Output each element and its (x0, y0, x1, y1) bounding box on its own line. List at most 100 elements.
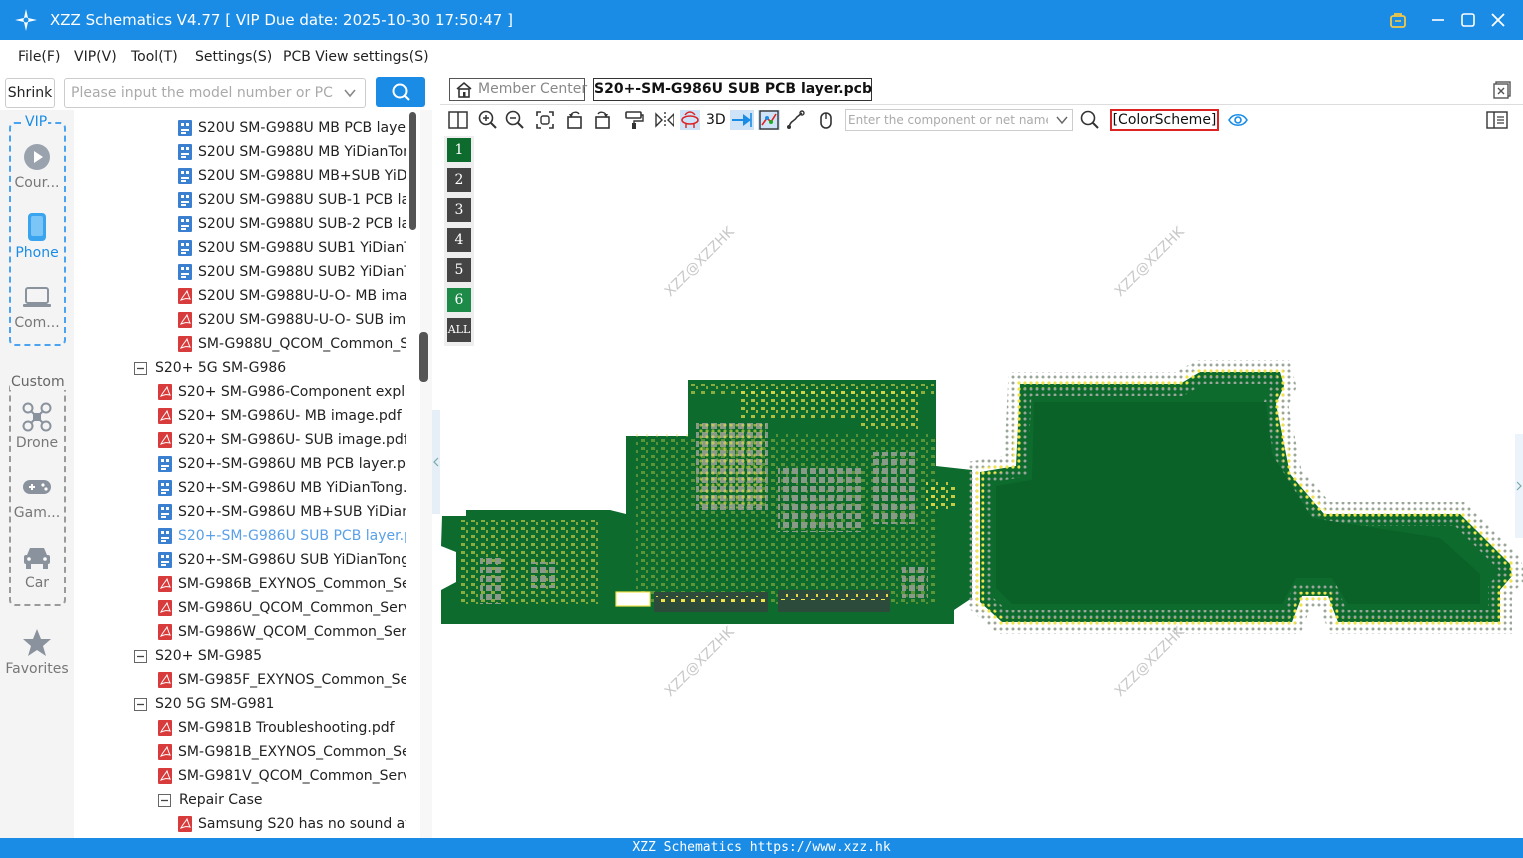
tree-file[interactable]: SM-G981B Troubleshooting.pdf (158, 716, 406, 740)
pcb-board-view[interactable] (440, 134, 1523, 838)
tree-file[interactable]: S20+ SM-G986U- MB image.pdf (158, 404, 406, 428)
tree-item-label: S20+ SM-G985 (155, 648, 262, 664)
tree-item-label: S20U SM-G988U MB YiDianTong.pcb (198, 144, 406, 160)
collapse-toggle-icon[interactable] (134, 649, 147, 663)
tree-file[interactable]: S20+-SM-G986U SUB PCB layer.pcb (158, 524, 406, 548)
arrow-mode-icon[interactable] (730, 110, 754, 130)
pcb-canvas[interactable]: XZZ@XZZHK XZZ@XZZHK XZZ@XZZHK XZZ@XZZHK (440, 134, 1523, 838)
pdf-file-icon (158, 624, 172, 640)
layer-6-button[interactable]: 6 (447, 288, 471, 312)
tree-folder[interactable]: Repair Case (158, 788, 406, 812)
eye-icon[interactable] (1228, 110, 1248, 130)
tree-item-label: S20U SM-G988U-U-O- SUB image.pdf (198, 312, 406, 328)
layer-5-button[interactable]: 5 (447, 258, 471, 282)
tree-file[interactable]: S20+ SM-G986U- SUB image.pdf (158, 428, 406, 452)
sub-board-outline (968, 360, 1523, 634)
tab-active-file[interactable]: S20+-SM-G986U SUB PCB layer.pcb (593, 78, 872, 101)
flip-board-icon[interactable] (680, 110, 700, 130)
tree-file[interactable]: SM-G981V_QCOM_Common_Service.pdf (158, 764, 406, 788)
tree-file[interactable]: S20+-SM-G986U MB+SUB YiDianTong.pcb (158, 500, 406, 524)
tree-file[interactable]: SM-G986W_QCOM_Common_Service.pdf (158, 620, 406, 644)
tree-file[interactable]: S20+ SM-G986-Component explain.pdf (158, 380, 406, 404)
tree-scrollbar[interactable] (420, 110, 432, 838)
rotate-right-icon[interactable] (592, 110, 612, 130)
collapse-toggle-icon[interactable] (158, 793, 171, 807)
maximize-icon[interactable] (1458, 10, 1478, 30)
category-computer[interactable]: Com... (0, 282, 74, 332)
category-phone[interactable]: Phone (0, 212, 74, 262)
layer-2-button[interactable]: 2 (447, 168, 471, 192)
chevron-down-icon[interactable] (343, 86, 357, 100)
menu-file[interactable]: File(F) (18, 48, 60, 66)
shrink-button[interactable]: Shrink (5, 78, 55, 108)
split-view-icon[interactable] (448, 110, 468, 130)
close-icon[interactable] (1488, 10, 1508, 30)
hand-pan-icon[interactable] (816, 110, 836, 130)
collapse-panel-handle[interactable] (432, 410, 440, 514)
tree-file[interactable]: S20+-SM-G986U MB PCB layer.pcb (158, 452, 406, 476)
category-courses[interactable]: Cour... (0, 142, 74, 192)
tree-file[interactable]: S20U SM-G988U-U-O- SUB image.pdf (178, 308, 406, 332)
tree-file[interactable]: SM-G986U_QCOM_Common_Service.pdf (158, 596, 406, 620)
tree-file[interactable]: S20U SM-G988U SUB-1 PCB layer.pcb (178, 188, 406, 212)
right-panel-handle[interactable] (1515, 434, 1523, 538)
tree-file[interactable]: S20U SM-G988U MB YiDianTong.pcb (178, 140, 406, 164)
tree-file[interactable]: S20U SM-G988U SUB1 YiDianTong.pcb (178, 236, 406, 260)
rotate-left-icon[interactable] (565, 110, 585, 130)
layer-all-button[interactable]: ALL (447, 318, 471, 342)
tree-file[interactable]: S20+-SM-G986U SUB YiDianTong.pcb (158, 548, 406, 572)
pdf-file-icon (178, 288, 192, 304)
paint-brush-icon[interactable] (624, 110, 644, 130)
fit-view-icon[interactable] (535, 110, 555, 130)
tree-file[interactable]: S20U SM-G988U-U-O- MB image.pdf (178, 284, 406, 308)
tree-file[interactable]: SM-G985F_EXYNOS_Common_Service.pdf (158, 668, 406, 692)
tree-file[interactable]: S20U SM-G988U MB+SUB YiDianTong.pcb (178, 164, 406, 188)
net-highlight-icon[interactable] (758, 110, 780, 130)
model-search-input[interactable] (71, 83, 333, 103)
tree-folder[interactable]: S20 5G SM-G981 (134, 692, 406, 716)
tree-file[interactable]: S20U SM-G988U MB PCB layer.pcb (178, 116, 406, 140)
tree-item-label: S20U SM-G988U SUB-1 PCB layer.pcb (198, 192, 406, 208)
tree-file[interactable]: S20U SM-G988U SUB-2 PCB layer.pcb (178, 212, 406, 236)
tree-file[interactable]: S20U SM-G988U SUB2 YiDianTong.pcb (178, 260, 406, 284)
menu-tool[interactable]: Tool(T) (131, 48, 178, 66)
tree-file[interactable]: SM-G988U_QCOM_Common_Service.pdf (178, 332, 406, 356)
category-game[interactable]: Gam... (0, 472, 74, 522)
menu-vip[interactable]: VIP(V) (74, 48, 117, 66)
tree-scroll-thumb[interactable] (409, 112, 416, 230)
color-scheme-button[interactable]: [ColorScheme] (1110, 109, 1219, 131)
close-all-tabs-icon[interactable] (1493, 81, 1511, 103)
layer-1-button[interactable]: 1 (447, 138, 471, 162)
component-search-input[interactable] (848, 112, 1048, 128)
layer-4-button[interactable]: 4 (447, 228, 471, 252)
tree-scroll-thumb-outer[interactable] (419, 332, 428, 382)
tree-folder[interactable]: S20+ SM-G985 (134, 644, 406, 668)
search-button[interactable] (376, 77, 425, 107)
tree-file[interactable]: SM-G981B_EXYNOS_Common_Service.pdf (158, 740, 406, 764)
search-icon[interactable] (1080, 110, 1100, 130)
mirror-icon[interactable] (654, 110, 674, 130)
tree-file[interactable]: SM-G986B_EXYNOS_Common_Service.pdf (158, 572, 406, 596)
collapse-toggle-icon[interactable] (134, 361, 147, 375)
minimize-icon[interactable] (1428, 10, 1448, 30)
tree-item-label: S20+-SM-G986U SUB YiDianTong.pcb (178, 552, 406, 568)
menu-settings[interactable]: Settings(S) (195, 48, 272, 66)
tab-member-center[interactable]: Member Center (449, 78, 587, 101)
trace-icon[interactable] (786, 110, 806, 130)
category-car[interactable]: Car (0, 542, 74, 592)
3d-view-button[interactable]: 3D (706, 111, 726, 129)
zoom-in-icon[interactable] (478, 110, 498, 130)
tree-item-label: S20U SM-G988U MB PCB layer.pcb (198, 120, 406, 136)
category-drone[interactable]: Drone (0, 402, 74, 452)
zoom-out-icon[interactable] (505, 110, 525, 130)
tree-folder[interactable]: S20+ 5G SM-G986 (134, 356, 406, 380)
menu-pcb-view-settings[interactable]: PCB View settings(S) (283, 48, 429, 66)
tree-file[interactable]: S20+-SM-G986U MB YiDianTong.pcb (158, 476, 406, 500)
vip-bag-icon[interactable] (1388, 10, 1408, 30)
chevron-down-icon[interactable] (1056, 114, 1068, 126)
side-panel-toggle-icon[interactable] (1486, 110, 1508, 130)
layer-3-button[interactable]: 3 (447, 198, 471, 222)
collapse-toggle-icon[interactable] (134, 697, 147, 711)
category-favorites[interactable]: Favorites (0, 628, 74, 678)
tree-file[interactable]: Samsung S20 has no sound at all.pdf (178, 812, 406, 836)
